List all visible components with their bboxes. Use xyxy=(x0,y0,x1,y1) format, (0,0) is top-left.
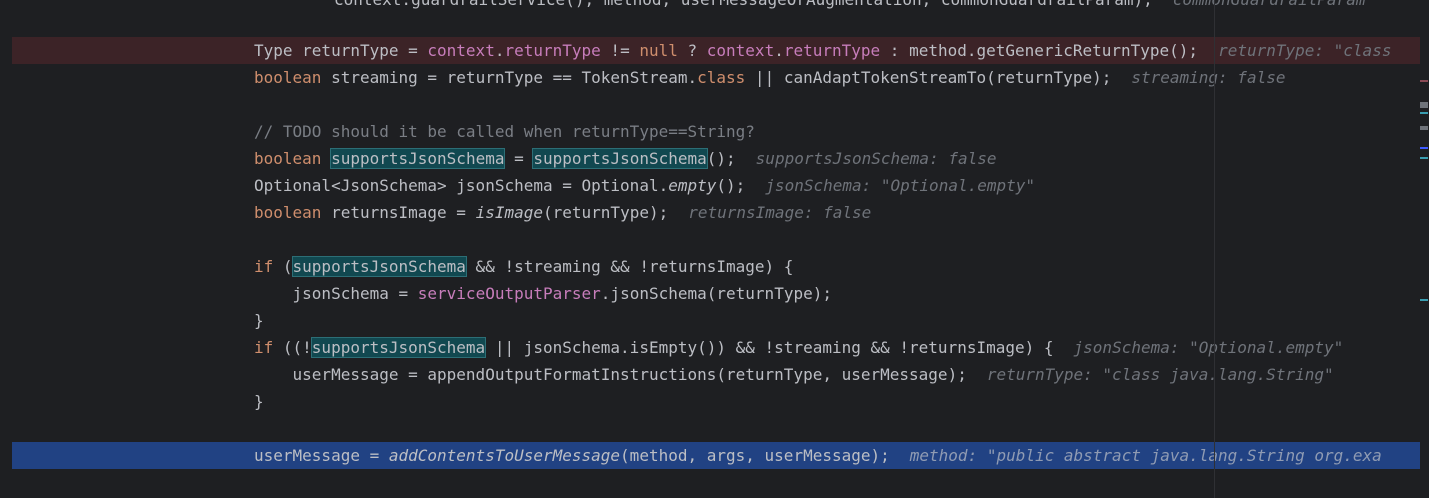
breakpoint-line[interactable]: Type returnType = context.returnType != … xyxy=(12,37,1420,64)
inline-hint: jsonSchema: "Optional.empty" xyxy=(1073,338,1344,357)
usage-marker[interactable] xyxy=(1420,112,1428,114)
inline-hint: returnType: "class java.lang.String" xyxy=(986,365,1334,384)
code-line[interactable]: boolean returnsImage = isImage(returnTyp… xyxy=(12,199,1420,226)
code-line[interactable]: jsonSchema = serviceOutputParser.jsonSch… xyxy=(12,280,1420,307)
code-line[interactable]: userMessage = appendOutputFormatInstruct… xyxy=(12,361,1420,388)
inline-hint: jsonSchema: "Optional.empty" xyxy=(765,176,1036,195)
code-line[interactable]: if ((!supportsJsonSchema || jsonSchema.i… xyxy=(12,334,1420,361)
inline-hint: returnType: "class xyxy=(1218,41,1392,60)
editor-scrollbar[interactable] xyxy=(1420,0,1429,498)
code-editor[interactable]: context.guardrailService(), method, user… xyxy=(0,0,1420,498)
scroll-thumb-part[interactable] xyxy=(1420,126,1428,130)
inline-hint: streaming: false xyxy=(1131,68,1286,87)
inline-hint: returnsImage: false xyxy=(688,203,872,222)
usage-marker[interactable] xyxy=(1420,299,1428,301)
code-line[interactable]: Optional<JsonSchema> jsonSchema = Option… xyxy=(12,172,1420,199)
error-stripe-marker[interactable] xyxy=(1420,80,1428,82)
code-line[interactable]: boolean supportsJsonSchema = supportsJso… xyxy=(12,145,1420,172)
search-marker[interactable] xyxy=(1420,147,1428,149)
code-line[interactable]: } xyxy=(12,307,1420,334)
code-comment: // TODO should it be called when returnT… xyxy=(254,122,755,141)
right-margin-guide xyxy=(1214,0,1215,498)
code-text: context.guardrailService(), method, user… xyxy=(334,0,1153,9)
code-line: context.guardrailService(), method, user… xyxy=(12,0,1420,13)
scroll-thumb[interactable] xyxy=(1420,102,1428,108)
inline-hint: supportsJsonSchema: false xyxy=(755,149,997,168)
code-line[interactable]: if (supportsJsonSchema && !streaming && … xyxy=(12,253,1420,280)
inline-hint: commonGuardrailParam xyxy=(1173,0,1366,9)
usage-marker[interactable] xyxy=(1420,157,1428,159)
inline-hint: method: "public abstract java.lang.Strin… xyxy=(909,446,1382,465)
code-line[interactable]: // TODO should it be called when returnT… xyxy=(12,118,1420,145)
execution-point-line[interactable]: userMessage = addContentsToUserMessage(m… xyxy=(12,442,1420,469)
code-line[interactable]: boolean streaming = returnType == TokenS… xyxy=(12,64,1420,91)
code-line[interactable]: } xyxy=(12,388,1420,415)
